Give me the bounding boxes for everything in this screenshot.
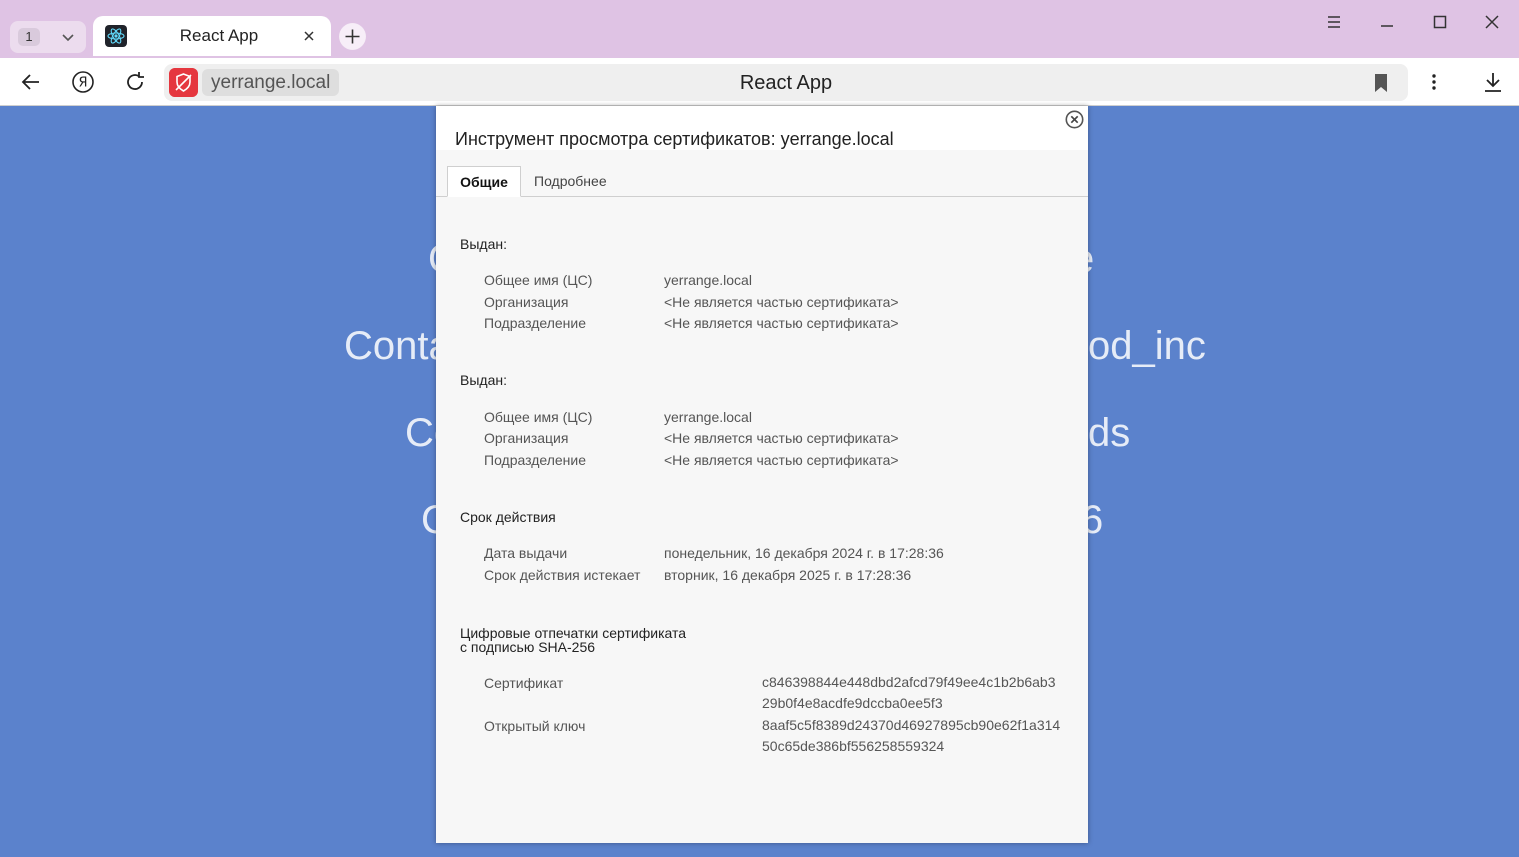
chevron-down-icon	[62, 34, 74, 42]
tab-title: React App	[179, 26, 259, 45]
field-label: Сертификат	[484, 675, 564, 691]
close-icon[interactable]	[301, 28, 317, 44]
more-vertical-icon[interactable]	[1422, 70, 1446, 94]
validity-heading: Срок действия	[460, 509, 556, 525]
field-label: Срок действия истекает	[484, 567, 641, 583]
fingerprints-subheading: с подписью SHA-256	[460, 639, 596, 655]
plus-icon[interactable]	[339, 23, 366, 50]
tab-general[interactable]: Общие	[447, 166, 521, 197]
certificate-hash: 29b0f4e8acdfe9dccba0ee5f3	[762, 695, 943, 711]
not-secure-shield-icon[interactable]	[169, 68, 198, 97]
field-label: Дата выдачи	[484, 545, 568, 561]
react-logo-icon	[105, 25, 127, 47]
tab-count-badge: 1	[18, 28, 40, 46]
dialog-title: Инструмент просмотра сертификатов: yerra…	[455, 129, 894, 149]
issued-to-heading: Выдан:	[460, 236, 507, 252]
maximize-icon[interactable]	[1429, 11, 1451, 33]
issued-by-heading: Выдан:	[460, 372, 507, 388]
yandex-logo-icon[interactable]: Я	[71, 70, 95, 94]
certificate-hash: c846398844e448dbd2afcd79f49ee4c1b2b6ab3	[762, 674, 1056, 690]
tab-details[interactable]: Подробнее	[534, 166, 607, 197]
field-label: Общее имя (ЦС)	[484, 409, 593, 425]
minimize-icon[interactable]	[1376, 11, 1398, 33]
certificate-viewer-dialog: Инструмент просмотра сертификатов: yerra…	[436, 106, 1088, 843]
tab-react-app[interactable]: React App	[93, 16, 331, 56]
field-value: вторник, 16 декабря 2025 г. в 17:28:36	[664, 567, 912, 583]
public-key-hash: 8aaf5c5f8389d24370d46927895cb90e62f1a314	[762, 717, 1061, 733]
page-text: od_inc	[1088, 324, 1206, 368]
back-arrow-icon[interactable]	[19, 70, 43, 94]
page-text: ds	[1088, 411, 1131, 455]
domain-chip[interactable]: yerrange.local	[202, 69, 340, 96]
dialog-header: Инструмент просмотра сертификатов: yerra…	[436, 106, 1088, 150]
field-label: Подразделение	[484, 452, 587, 468]
field-value: <Не является частью сертификата>	[664, 315, 899, 331]
svg-text:Я: Я	[78, 76, 87, 91]
download-icon[interactable]	[1481, 70, 1505, 94]
close-circle-icon[interactable]	[1065, 110, 1084, 129]
tab-strip: 1 React App	[0, 0, 1519, 58]
field-label: Подразделение	[484, 315, 587, 331]
page-text: Conta	[344, 324, 451, 368]
close-icon[interactable]	[1481, 11, 1503, 33]
page-title: React App	[739, 72, 833, 94]
field-value: yerrange.local	[664, 409, 752, 425]
field-value: yerrange.local	[664, 272, 752, 288]
field-label: Открытый ключ	[484, 718, 586, 734]
address-bar[interactable]: yerrange.local React App	[164, 64, 1408, 101]
field-value: понедельник, 16 декабря 2024 г. в 17:28:…	[664, 545, 944, 561]
field-value: <Не является частью сертификата>	[664, 430, 899, 446]
tab-counter-button[interactable]: 1	[10, 21, 86, 53]
field-value: <Не является частью сертификата>	[664, 294, 899, 310]
field-label: Общее имя (ЦС)	[484, 272, 593, 288]
field-value: <Не является частью сертификата>	[664, 452, 899, 468]
public-key-hash: 50c65de386bf556258559324	[762, 738, 945, 754]
bookmark-icon[interactable]	[1371, 72, 1391, 94]
reload-icon[interactable]	[123, 70, 147, 94]
fingerprints-heading: Цифровые отпечатки сертификата	[460, 625, 687, 641]
field-label: Организация	[484, 294, 569, 310]
hamburger-icon[interactable]	[1323, 11, 1345, 33]
field-label: Организация	[484, 430, 569, 446]
browser-toolbar: Я yerrange.local React App	[0, 58, 1519, 106]
